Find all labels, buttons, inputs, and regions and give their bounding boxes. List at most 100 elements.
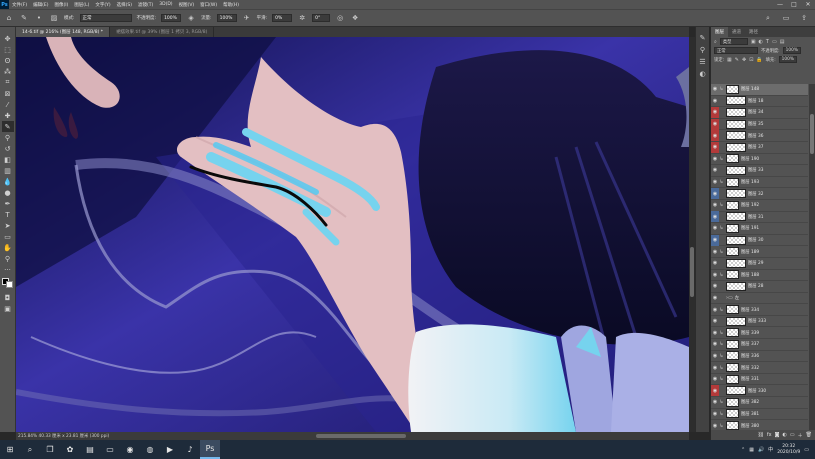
maximize-button[interactable]: □ <box>787 1 801 8</box>
minimize-button[interactable]: — <box>773 1 787 8</box>
share-icon[interactable]: ⇪ <box>799 13 809 23</box>
layer-group-row[interactable]: ◉ ›▭ 左 <box>711 293 808 305</box>
layer-row[interactable]: ◉ ↳ 图层 191 <box>711 223 808 235</box>
menu-item[interactable]: 图像(I) <box>51 2 71 8</box>
task-view-icon[interactable]: ❐ <box>40 440 60 459</box>
menu-item[interactable]: 文字(Y) <box>92 2 113 8</box>
visibility-eye-icon[interactable]: ◉ <box>711 177 719 188</box>
layer-row[interactable]: ◉ 图层 333 <box>711 316 808 328</box>
visibility-eye-icon[interactable]: ◉ <box>711 269 719 280</box>
new-layer-icon[interactable]: ＋ <box>798 432 803 439</box>
lock-position-icon[interactable]: ✥ <box>742 57 746 63</box>
eyedropper-tool-icon[interactable]: ⁄ <box>2 99 14 110</box>
layer-row[interactable]: ◉ ↳ 图层 337 <box>711 339 808 351</box>
menu-item[interactable]: 帮助(H) <box>220 2 242 8</box>
brush-tool-icon[interactable]: ✎ <box>1 121 14 132</box>
pen-tool-icon[interactable]: ✒ <box>2 198 14 209</box>
visibility-eye-icon[interactable]: ◉ <box>711 153 719 164</box>
layer-row[interactable]: ◉ 图层 33 <box>711 165 808 177</box>
marquee-tool-icon[interactable]: ⬚ <box>2 44 14 55</box>
pressure-size-icon[interactable]: ◎ <box>335 13 345 23</box>
visibility-eye-icon[interactable]: ◉ <box>711 385 719 397</box>
visibility-eye-icon[interactable]: ◉ <box>711 211 719 223</box>
file-explorer-icon[interactable]: ▤ <box>80 440 100 459</box>
layers-scrollbar[interactable] <box>809 84 815 430</box>
visibility-eye-icon[interactable]: ◉ <box>711 118 719 130</box>
visibility-eye-icon[interactable]: ◉ <box>711 316 719 327</box>
visibility-eye-icon[interactable]: ◉ <box>711 374 719 385</box>
screen-mode-icon[interactable]: ▣ <box>2 303 14 314</box>
frame-tool-icon[interactable]: ⊠ <box>2 88 14 99</box>
layer-row[interactable]: ◉ ↳ 图层 193 <box>711 177 808 189</box>
ime-icon[interactable]: 中 <box>768 446 773 453</box>
crop-tool-icon[interactable]: ⌗ <box>2 77 14 88</box>
visibility-eye-icon[interactable]: ◉ <box>711 95 719 106</box>
layer-row[interactable]: ◉ 图层 330 <box>711 385 808 398</box>
move-tool-icon[interactable]: ✥ <box>2 33 14 44</box>
fill-field[interactable]: 100% <box>778 56 797 63</box>
canvas-horizontal-scroll-thumb[interactable] <box>316 434 406 438</box>
adjustment-layer-icon[interactable]: ◐ <box>783 432 787 438</box>
smooth-settings-icon[interactable]: ✲ <box>297 13 307 23</box>
layer-row[interactable]: ◉ ↳ 图层 382 <box>711 397 808 409</box>
menu-item[interactable]: 3D(D) <box>156 2 175 8</box>
visibility-eye-icon[interactable]: ◉ <box>711 281 719 292</box>
link-layers-icon[interactable]: ⛓ <box>758 432 764 438</box>
layer-row[interactable]: ◉ ↳ 图层 381 <box>711 409 808 421</box>
menu-item[interactable]: 编辑(E) <box>30 2 51 8</box>
visibility-eye-icon[interactable]: ◉ <box>711 106 719 118</box>
dodge-tool-icon[interactable]: ● <box>2 187 14 198</box>
add-mask-icon[interactable]: ◙ <box>775 432 780 438</box>
brush-size-icon[interactable]: • <box>34 13 44 23</box>
layer-row[interactable]: ◉ 图层 32 <box>711 188 808 200</box>
background-color-swatch[interactable] <box>6 281 13 288</box>
adjustments-icon[interactable]: ◐ <box>697 69 708 79</box>
visibility-eye-icon[interactable]: ◉ <box>711 84 719 95</box>
quick-select-tool-icon[interactable]: ⁂ <box>2 66 14 77</box>
history-brush-tool-icon[interactable]: ↺ <box>2 143 14 154</box>
layer-row[interactable]: ◉ ↳ 图层 192 <box>711 200 808 212</box>
tab-document-active[interactable]: 14-6.tif @ 216% (图层 148, RGB/8) * <box>16 27 111 37</box>
visibility-eye-icon[interactable]: ◉ <box>711 362 719 373</box>
volume-icon[interactable]: 🔊 <box>758 447 764 453</box>
visibility-eye-icon[interactable]: ◉ <box>711 420 719 430</box>
quick-mask-icon[interactable]: ◘ <box>2 292 14 303</box>
tray-up-arrow-icon[interactable]: ⌃ <box>741 447 745 453</box>
clock[interactable]: 20:32 2020/10/9 <box>777 444 800 455</box>
layer-row[interactable]: ◉ 图层 29 <box>711 258 808 270</box>
filter-shape-icon[interactable]: ▭ <box>772 39 777 45</box>
visibility-eye-icon[interactable]: ◉ <box>711 130 719 142</box>
zoom-tool-icon[interactable]: ⚲ <box>2 253 14 264</box>
visibility-eye-icon[interactable]: ◉ <box>711 223 719 234</box>
menu-item[interactable]: 文件(F) <box>9 2 30 8</box>
airbrush-icon[interactable]: ✈ <box>242 13 252 23</box>
menu-item[interactable]: 视图(V) <box>176 2 198 8</box>
more-tools-icon[interactable]: ··· <box>2 264 14 275</box>
layer-row[interactable]: ◉ ↳ 图层 336 <box>711 351 808 363</box>
panel-opacity-field[interactable]: 100% <box>782 47 801 54</box>
delete-layer-icon[interactable]: 🗑 <box>806 432 812 438</box>
chrome-icon[interactable]: ◍ <box>140 440 160 459</box>
notification-icon[interactable]: ▭ <box>804 447 809 453</box>
store-icon[interactable]: ✿ <box>60 440 80 459</box>
lock-image-icon[interactable]: ✎ <box>735 57 739 63</box>
visibility-eye-icon[interactable]: ◉ <box>711 165 719 176</box>
visibility-eye-icon[interactable]: ◉ <box>711 339 719 350</box>
blur-tool-icon[interactable]: 💧 <box>2 176 14 187</box>
windows-start-icon[interactable]: ⊞ <box>0 440 20 459</box>
path-select-tool-icon[interactable]: ➤ <box>2 220 14 231</box>
tab-layers[interactable]: 图层 <box>711 27 728 37</box>
mode-select[interactable]: 正常 <box>79 14 132 22</box>
eraser-tool-icon[interactable]: ◧ <box>2 154 14 165</box>
tab-channels[interactable]: 通道 <box>728 27 745 37</box>
layer-row[interactable]: ◉ 图层 28 <box>711 281 808 293</box>
workspace-icon[interactable]: ▭ <box>781 13 791 23</box>
brush-settings-icon[interactable]: ✎ <box>697 33 708 43</box>
menu-item[interactable]: 选择(S) <box>114 2 135 8</box>
layer-row[interactable]: ◉ ↳ 图层 331 <box>711 374 808 386</box>
angle-field[interactable]: 0° <box>312 14 331 22</box>
layer-row[interactable]: ◉ 图层 31 <box>711 211 808 224</box>
layer-row[interactable]: ◉ ↳ 图层 148 <box>711 84 808 96</box>
type-tool-icon[interactable]: T <box>2 209 14 220</box>
layer-row[interactable]: ◉ ↳ 图层 189 <box>711 246 808 258</box>
